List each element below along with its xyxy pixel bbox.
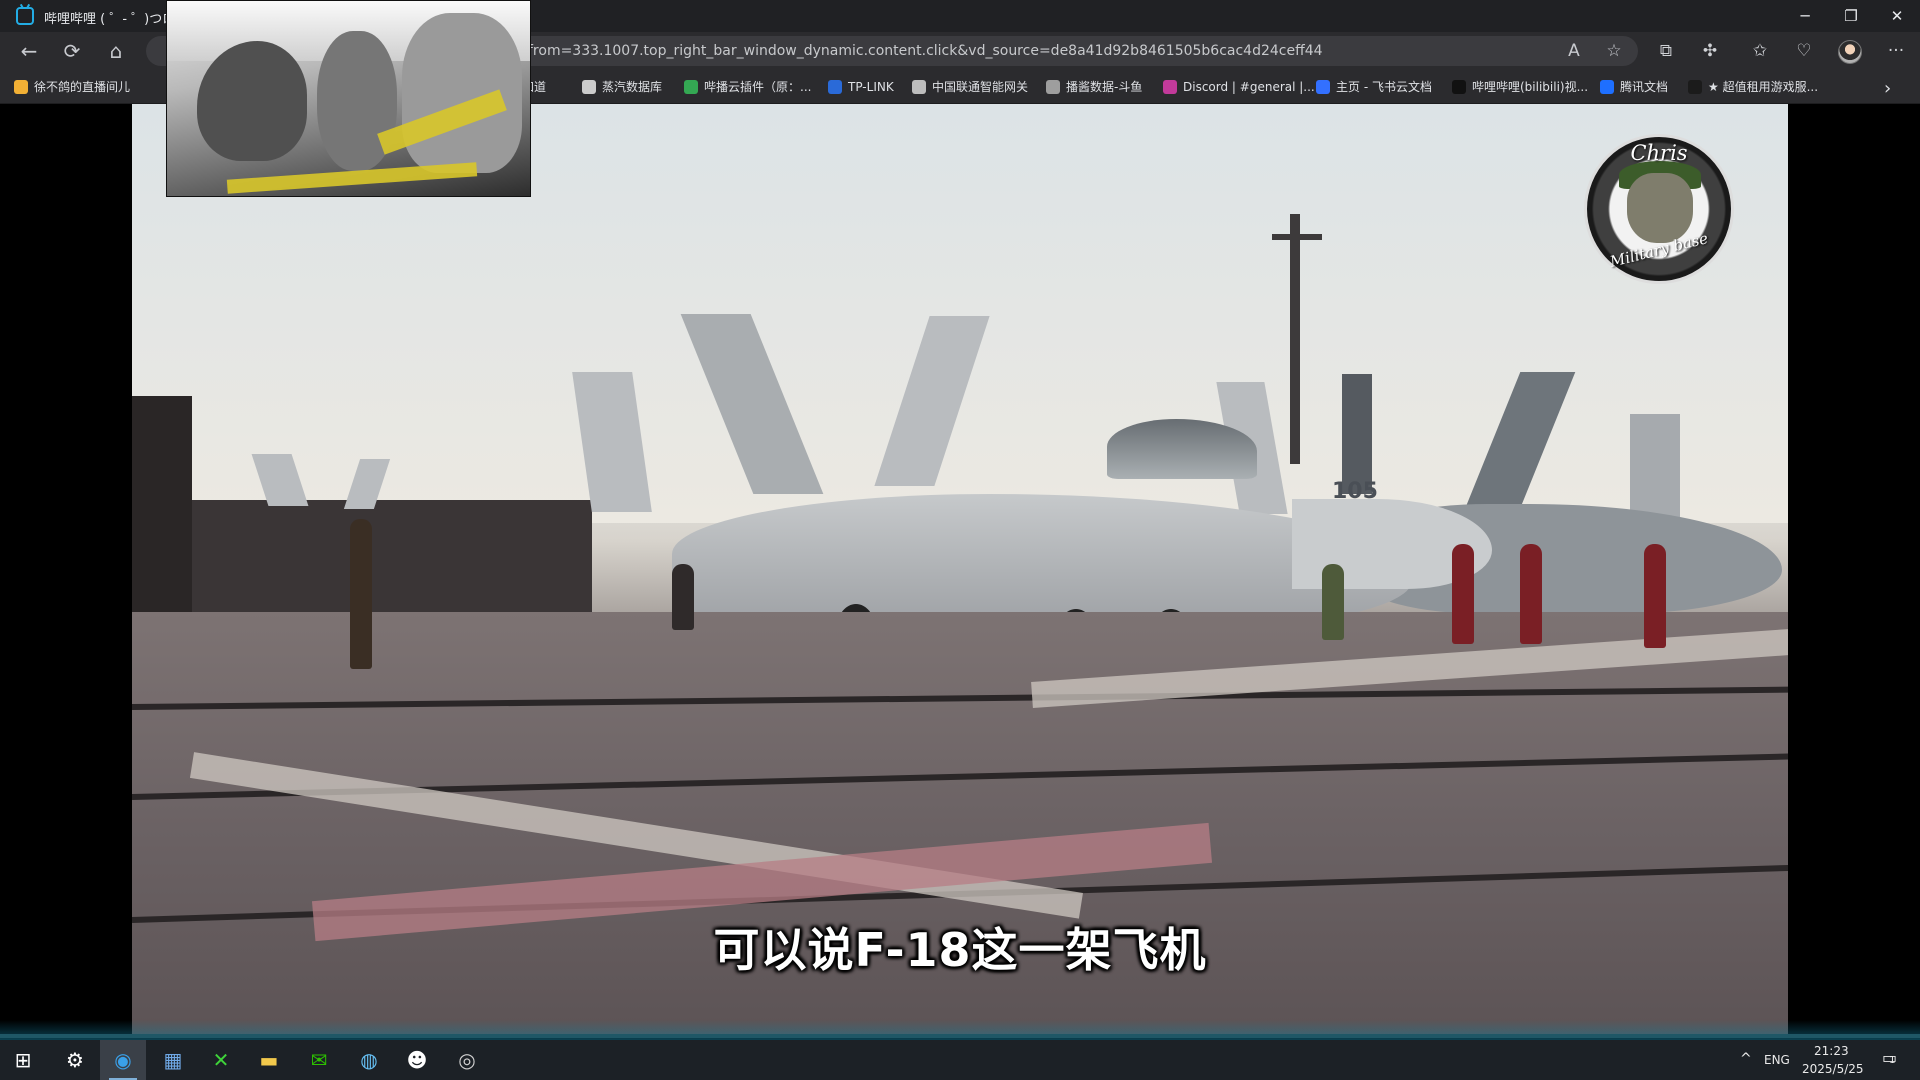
bookmark-item[interactable]: 哔哩哔哩(bilibili)视... (1452, 78, 1588, 96)
game-server-icon (1688, 80, 1702, 94)
video-subtitle: 可以说F-18这一架飞机 (713, 923, 1207, 977)
tencent-docs-icon (1600, 80, 1614, 94)
menu-icon[interactable]: ··· (1880, 37, 1912, 65)
bookmark-icon (14, 80, 28, 94)
favorites-icon[interactable]: ✩ (1744, 37, 1776, 65)
jet-number: 105 (1332, 479, 1378, 504)
bookmark-item[interactable]: TP-LINK (828, 78, 894, 96)
profile-avatar[interactable] (1838, 40, 1862, 64)
refresh-icon[interactable]: ⟳ (57, 37, 87, 65)
clock-time[interactable]: 21:23 (1814, 1044, 1849, 1058)
video-player[interactable]: 105 Chris Military base 可以说F-18这一架飞机 (0, 104, 1920, 1040)
tail-fin (1342, 374, 1372, 494)
bookmark-item[interactable]: Discord | #general |... (1163, 78, 1315, 96)
start-icon[interactable]: ⊞ (0, 1040, 46, 1080)
bookmark-icon (1046, 80, 1060, 94)
fa18-canopy (1107, 419, 1257, 479)
qq-icon[interactable]: ☻ (394, 1040, 440, 1080)
deck-crew (1452, 544, 1474, 644)
bookmark-item[interactable]: 蒸汽数据库 (582, 78, 662, 96)
video-progress-bar[interactable] (0, 1034, 1920, 1038)
bookmark-icon (684, 80, 698, 94)
deck-structure (192, 500, 592, 612)
floating-thumbnail[interactable] (166, 0, 531, 197)
settings-icon[interactable]: ⚙ (52, 1040, 98, 1080)
xbox-icon[interactable]: ✕ (198, 1040, 244, 1080)
bookmarks-more-icon[interactable]: › (1884, 78, 1891, 99)
browser-essentials-icon[interactable]: ♡ (1788, 37, 1820, 65)
tray-chevron-icon[interactable]: ^ (1740, 1051, 1752, 1067)
channel-watermark-logo: Chris Military base (1584, 134, 1734, 284)
deck-crew (1520, 544, 1542, 644)
steam-icon[interactable]: ◍ (346, 1040, 392, 1080)
restore-button[interactable]: ❐ (1828, 0, 1874, 32)
wechat-icon[interactable]: ✉ (296, 1040, 342, 1080)
bookmark-item[interactable]: 徐不鸽的直播间儿 (14, 78, 130, 96)
calculator-icon[interactable]: ▦ (150, 1040, 196, 1080)
notification-count: 1 (1889, 1055, 1896, 1066)
edge-icon[interactable]: ◉ (100, 1040, 146, 1080)
thumbnail-character (402, 13, 522, 173)
bookmark-item[interactable]: 播酱数据-斗鱼 (1046, 78, 1142, 96)
bookmark-item[interactable]: 中国联通智能网关 (912, 78, 1028, 96)
ship-mast-arm (1272, 234, 1322, 240)
split-screen-icon[interactable]: ⧉ (1650, 37, 1682, 65)
deck-crew (1644, 544, 1666, 648)
back-icon[interactable]: ← (14, 37, 44, 65)
favorite-star-icon[interactable]: ☆ (1600, 37, 1628, 65)
deck-crew (1322, 564, 1344, 640)
bilibili-icon (1452, 80, 1466, 94)
watermark-text: Chris (1630, 141, 1688, 165)
home-icon[interactable]: ⌂ (101, 37, 131, 65)
feishu-icon (1316, 80, 1330, 94)
discord-icon (1163, 80, 1177, 94)
deck-marking (132, 686, 1788, 710)
bookmark-item[interactable]: ★ 超值租用游戏服... (1688, 78, 1818, 96)
read-aloud-icon[interactable]: A (1560, 37, 1588, 65)
page-icon (912, 80, 926, 94)
tplink-icon (828, 80, 842, 94)
bilibili-favicon-icon (16, 7, 34, 25)
deck-crew (672, 564, 694, 630)
language-indicator[interactable]: ENG (1764, 1053, 1790, 1067)
notification-icon[interactable]: ▭1 (1882, 1048, 1897, 1067)
deck-crew (350, 519, 372, 669)
database-icon (582, 80, 596, 94)
bookmark-item[interactable]: 哔播云插件（原：... (684, 78, 811, 96)
watermark-face (1627, 173, 1693, 243)
file-explorer-icon[interactable]: ▬ (246, 1040, 292, 1080)
taskbar: ⊞ ⚙ ◉ ▦ ✕ ▬ ✉ ◍ ☻ ◎ ^ ENG 21:23 2025/5/2… (0, 1040, 1920, 1080)
minimize-button[interactable]: ─ (1782, 0, 1828, 32)
ship-mast (1290, 214, 1300, 464)
bookmark-item[interactable]: 腾讯文档 (1600, 78, 1668, 96)
bookmark-item[interactable]: 主页 - 飞书云文档 (1316, 78, 1432, 96)
close-button[interactable]: ✕ (1874, 0, 1920, 32)
obs-icon[interactable]: ◎ (444, 1040, 490, 1080)
video-frame: 105 Chris Military base (132, 104, 1788, 1034)
extensions-icon[interactable]: ✣ (1694, 37, 1726, 65)
clock-date[interactable]: 2025/5/25 (1802, 1062, 1864, 1076)
